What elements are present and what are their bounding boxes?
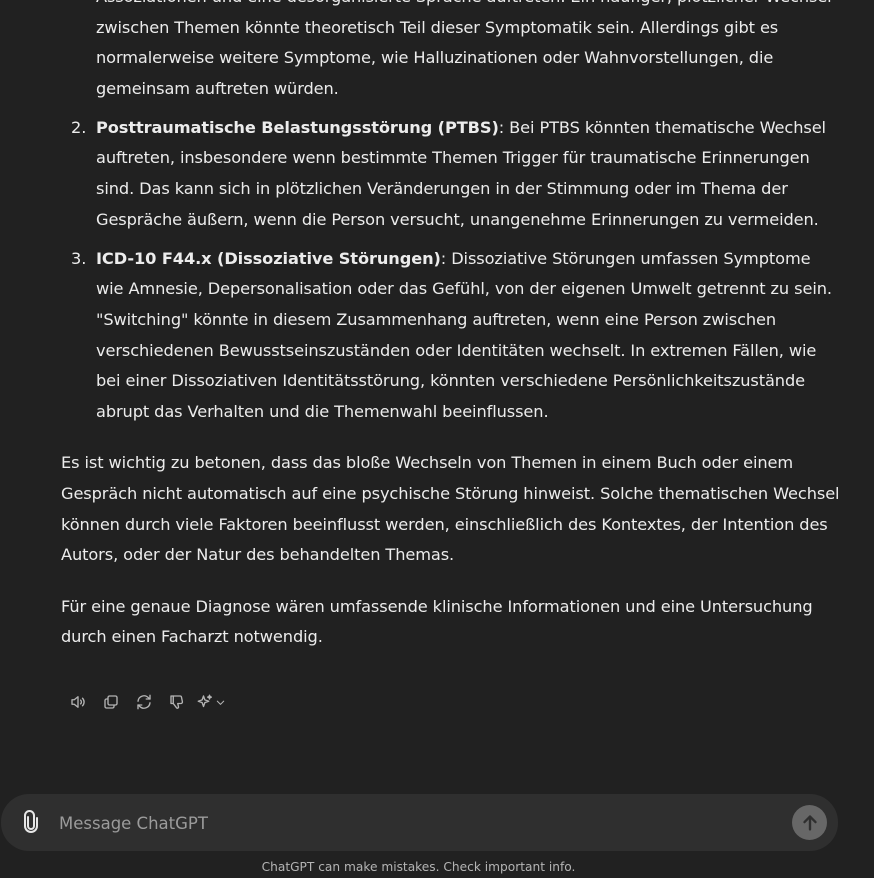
send-button[interactable]: [792, 805, 827, 840]
speaker-icon: [70, 696, 85, 708]
regenerate-button[interactable]: [127, 689, 160, 715]
message-actions: [61, 689, 229, 715]
list-item-number: 2.: [71, 117, 87, 137]
list-item: 2. Posttraumatische Belastungsstörung (P…: [61, 113, 841, 235]
disclaimer-text: ChatGPT can make mistakes. Check importa…: [261, 860, 576, 874]
sparkle-icon: [197, 694, 213, 708]
read-aloud-button[interactable]: [61, 689, 94, 715]
message-composer: [1, 794, 838, 851]
attach-button[interactable]: [19, 810, 43, 834]
chevron-down-icon: [216, 700, 225, 705]
list-item: 3. ICD-10 F44.x (Dissoziative Störungen)…: [61, 244, 841, 428]
bad-response-button[interactable]: [160, 689, 193, 715]
list-item-term: Posttraumatische Belastungsstörung (PTBS…: [96, 117, 499, 137]
response-paragraph: Es ist wichtig zu betonen, dass das bloß…: [61, 453, 840, 565]
assistant-message: Assoziationen und eine desorganisierte S…: [61, 0, 841, 674]
regenerate-icon: [136, 694, 151, 710]
chat-page: Assoziationen und eine desorganisierte S…: [0, 0, 874, 878]
thumbs-down-icon: [169, 695, 183, 709]
paperclip-icon: [24, 810, 38, 833]
message-input[interactable]: [57, 808, 761, 838]
arrow-up-icon: [802, 814, 817, 831]
list-item-number: 3.: [71, 248, 87, 268]
list-item-text: Assoziationen und eine desorganisierte S…: [96, 0, 832, 98]
switch-model-button[interactable]: [193, 689, 229, 715]
copy-button[interactable]: [94, 689, 127, 715]
list-item-term: ICD-10 F44.x (Dissoziative Störungen): [96, 248, 441, 268]
response-paragraph: Für eine genaue Diagnose wären umfassend…: [61, 596, 813, 647]
list-item: Assoziationen und eine desorganisierte S…: [61, 0, 841, 104]
diagnosis-list: Assoziationen und eine desorganisierte S…: [61, 0, 841, 427]
list-item-text: : Dissoziative Störungen umfassen Sympto…: [96, 248, 832, 421]
copy-icon: [103, 695, 118, 709]
